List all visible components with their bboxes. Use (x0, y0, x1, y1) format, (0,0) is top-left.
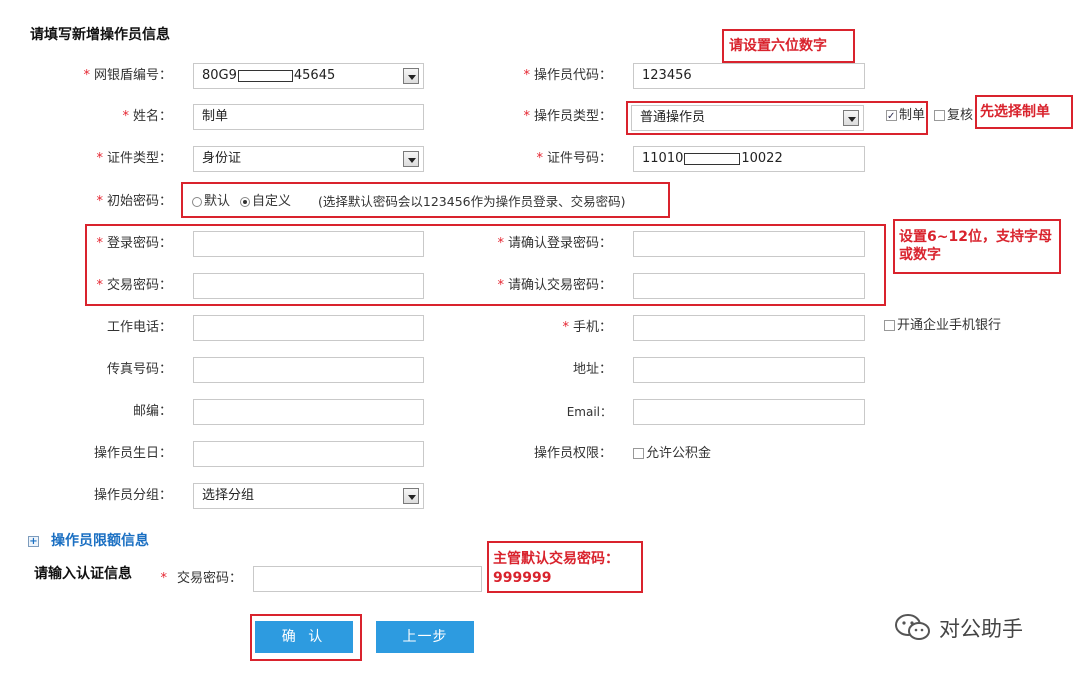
chevron-down-icon[interactable] (403, 68, 419, 84)
required-mark: * (160, 571, 167, 586)
email-input[interactable] (633, 399, 865, 425)
annotation-supervisor-pwd-line2: 999999 (493, 569, 552, 587)
shield-value-prefix: 80G9 (202, 68, 237, 83)
mobile-label: * 手机： (480, 315, 612, 341)
chevron-down-icon[interactable] (403, 151, 419, 167)
id-type-select[interactable]: 身份证 (193, 146, 424, 172)
op-code-input[interactable]: 123456 (633, 63, 865, 89)
group-value: 选择分组 (202, 488, 255, 503)
mobile-bank-checkbox[interactable]: 开通企业手机银行 (884, 317, 1001, 335)
auth-trade-pwd-input[interactable] (253, 566, 482, 592)
op-type-label: * 操作员类型： (480, 104, 612, 130)
id-type-label: * 证件类型： (40, 146, 172, 172)
wechat-icon (895, 614, 930, 640)
init-pwd-label: * 初始密码： (40, 189, 172, 215)
zip-input[interactable] (193, 399, 424, 425)
auth-trade-pwd-label: * 交易密码： (150, 566, 242, 592)
name-label: * 姓名： (40, 104, 172, 130)
annotation-supervisor-pwd-line1: 主管默认交易密码： (493, 550, 619, 568)
required-mark: * (562, 320, 569, 335)
group-label: 操作员分组： (93, 488, 172, 503)
op-type-label-text: 操作员类型： (533, 109, 612, 124)
shield-label: * 网银盾编号： (40, 63, 172, 89)
prev-button[interactable]: 上一步 (376, 621, 474, 653)
mobile-input[interactable] (633, 315, 865, 341)
required-mark: * (96, 151, 103, 166)
required-mark: * (536, 151, 543, 166)
auth-header: 请输入认证信息 (34, 566, 132, 582)
permission-label: 操作员权限： (533, 446, 612, 461)
id-number-input[interactable]: 11010 10022 (633, 146, 865, 172)
id-number-prefix: 11010 (642, 151, 684, 166)
form-header: 请填写新增操作员信息 (30, 27, 170, 43)
name-label-text: 姓名： (132, 109, 172, 124)
checkbox-icon[interactable] (934, 110, 945, 121)
work-phone-input[interactable] (193, 315, 424, 341)
masked-segment (684, 152, 741, 165)
init-pwd-label-text: 初始密码： (106, 194, 172, 209)
email-label: Email： (566, 405, 612, 419)
masked-segment (237, 69, 293, 82)
zip-label: 邮编： (132, 404, 172, 419)
watermark: 对公助手 (893, 613, 1023, 643)
checkbox-icon[interactable] (633, 448, 644, 459)
id-type-value: 身份证 (202, 151, 242, 166)
required-mark: * (523, 68, 530, 83)
annotation-six-digits: 请设置六位数字 (729, 37, 827, 55)
annotation-box-op-type (626, 101, 928, 135)
id-number-label-text: 证件号码： (546, 151, 612, 166)
annotation-box-passwords (85, 224, 886, 306)
id-number-suffix: 10022 (741, 151, 783, 166)
role-checker-text: 复核 (947, 108, 974, 123)
required-mark: * (96, 194, 103, 209)
annotation-box-confirm (250, 614, 362, 661)
shield-value-suffix: 45645 (293, 68, 336, 83)
id-number-label: * 证件号码： (480, 146, 612, 172)
mobile-label-text: 手机： (572, 320, 612, 335)
mobile-bank-text: 开通企业手机银行 (897, 318, 1002, 333)
required-mark: * (523, 109, 530, 124)
required-mark: * (83, 68, 90, 83)
id-type-label-text: 证件类型： (106, 151, 172, 166)
group-select[interactable]: 选择分组 (193, 483, 424, 509)
required-mark: * (122, 109, 129, 124)
permission-fund-checkbox[interactable]: 允许公积金 (633, 445, 711, 463)
watermark-text: 对公助手 (939, 617, 1023, 641)
role-checker-checkbox[interactable]: 复核 (934, 107, 973, 125)
checkbox-icon[interactable] (884, 320, 895, 331)
birthday-label: 操作员生日： (93, 446, 172, 461)
op-code-label: * 操作员代码： (480, 63, 612, 89)
annotation-pwd-rule: 设置6~12位，支持字母或数字 (899, 228, 1057, 264)
chevron-down-icon[interactable] (403, 488, 419, 504)
limit-section-toggle[interactable]: + 操作员限额信息 (28, 533, 149, 549)
fax-label: 传真号码： (106, 362, 172, 377)
name-input[interactable]: 制单 (193, 104, 424, 130)
fax-input[interactable] (193, 357, 424, 383)
limit-section-text: 操作员限额信息 (51, 533, 149, 549)
annotation-box-init-pwd (181, 182, 670, 218)
work-phone-label: 工作电话： (106, 320, 172, 335)
shield-select[interactable]: 80G9 45645 (193, 63, 424, 89)
shield-label-text: 网银盾编号： (93, 68, 172, 83)
address-label: 地址： (572, 362, 612, 377)
auth-trade-pwd-label-text: 交易密码： (176, 571, 242, 586)
address-input[interactable] (633, 357, 865, 383)
birthday-input[interactable] (193, 441, 424, 467)
permission-fund-text: 允许公积金 (646, 446, 712, 461)
expand-plus-icon[interactable]: + (28, 535, 39, 547)
op-code-label-text: 操作员代码： (533, 68, 612, 83)
annotation-choose-maker: 先选择制单 (980, 103, 1050, 121)
